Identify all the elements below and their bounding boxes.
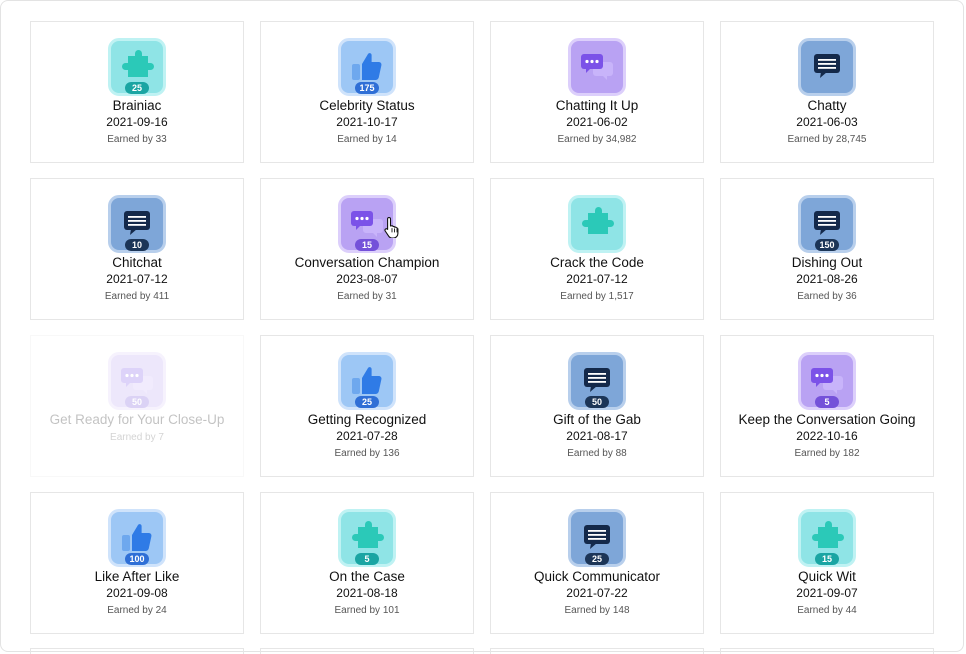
badge-name: Crack the Code bbox=[550, 255, 644, 270]
badge-card-keep-the-conversation-going[interactable]: 5 Keep the Conversation Going 2022-10-16 Ea… bbox=[720, 335, 934, 477]
message-icon bbox=[798, 38, 856, 96]
badge-name: Brainiac bbox=[112, 98, 162, 113]
puzzle-icon: 25 bbox=[108, 38, 166, 96]
badge-date: 2021-06-03 bbox=[796, 115, 858, 129]
badge-date: 2021-08-17 bbox=[566, 429, 628, 443]
badge-date: 2021-09-08 bbox=[106, 586, 168, 600]
badge-name: Gift of the Gab bbox=[553, 412, 641, 427]
partial-card bbox=[720, 648, 934, 654]
badge-card-like-after-like[interactable]: 100 Like After Like 2021-09-08 Earned by 24 bbox=[30, 492, 244, 634]
badge-earned-count: Earned by 31 bbox=[337, 291, 397, 302]
badge-count: 175 bbox=[355, 82, 379, 94]
badge-earned-count: Earned by 36 bbox=[797, 291, 857, 302]
badge-card-chatting-it-up[interactable]: Chatting It Up 2021-06-02 Earned by 34,982 bbox=[490, 21, 704, 163]
badge-count: 10 bbox=[125, 239, 149, 251]
badge-name: Conversation Champion bbox=[294, 255, 440, 270]
badge-name: Quick Wit bbox=[798, 569, 856, 584]
badge-name: Chitchat bbox=[112, 255, 162, 270]
badge-date: 2021-09-07 bbox=[796, 586, 858, 600]
badge-earned-count: Earned by 33 bbox=[107, 134, 167, 145]
message-icon: 150 bbox=[798, 195, 856, 253]
badge-card-brainiac[interactable]: 25 Brainiac 2021-09-16 Earned by 33 bbox=[30, 21, 244, 163]
badge-date: 2021-07-28 bbox=[336, 429, 398, 443]
badge-card-chatty[interactable]: Chatty 2021-06-03 Earned by 28,745 bbox=[720, 21, 934, 163]
badge-name: Like After Like bbox=[94, 569, 180, 584]
badge-count: 5 bbox=[815, 396, 839, 408]
badge-card-crack-the-code[interactable]: Crack the Code 2021-07-12 Earned by 1,517 bbox=[490, 178, 704, 320]
badge-date: 2021-06-02 bbox=[566, 115, 628, 129]
badge-name: Quick Communicator bbox=[533, 569, 661, 584]
badge-name: Keep the Conversation Going bbox=[738, 412, 916, 427]
badge-date: 2021-08-18 bbox=[336, 586, 398, 600]
partial-card bbox=[490, 648, 704, 654]
badge-name: Getting Recognized bbox=[307, 412, 427, 427]
badge-date: 2021-07-12 bbox=[106, 272, 168, 286]
badge-card-get-ready-for-your-close-up[interactable]: 50 Get Ready for Your Close-Up Earned by 7 bbox=[30, 335, 244, 477]
badge-grid: 25 Brainiac 2021-09-16 Earned by 33 175 Celeb… bbox=[30, 21, 934, 634]
partial-card bbox=[30, 648, 244, 654]
badge-name: Celebrity Status bbox=[319, 98, 415, 113]
badge-count: 100 bbox=[125, 553, 149, 565]
partial-card bbox=[260, 648, 474, 654]
badge-name: Get Ready for Your Close-Up bbox=[49, 412, 225, 427]
badge-name: Dishing Out bbox=[791, 255, 863, 270]
badge-earned-count: Earned by 88 bbox=[567, 448, 627, 459]
badge-date: 2021-10-17 bbox=[336, 115, 398, 129]
badge-card-dishing-out[interactable]: 150 Dishing Out 2021-08-26 Earned by 36 bbox=[720, 178, 934, 320]
badge-count: 25 bbox=[585, 553, 609, 565]
badge-date: 2022-10-16 bbox=[796, 429, 858, 443]
chat-bubbles-icon bbox=[568, 38, 626, 96]
badge-earned-count: Earned by 28,745 bbox=[787, 134, 867, 145]
badge-earned-count: Earned by 136 bbox=[334, 448, 400, 459]
badge-card-conversation-champion[interactable]: 15 Conversation Champion 2023-08-07 Earned … bbox=[260, 178, 474, 320]
badge-count: 25 bbox=[355, 396, 379, 408]
badge-card-quick-wit[interactable]: 15 Quick Wit 2021-09-07 Earned by 44 bbox=[720, 492, 934, 634]
badge-earned-count: Earned by 182 bbox=[794, 448, 860, 459]
badge-card-quick-communicator[interactable]: 25 Quick Communicator 2021-07-22 Earned by … bbox=[490, 492, 704, 634]
badge-earned-count: Earned by 101 bbox=[334, 605, 400, 616]
badge-earned-count: Earned by 411 bbox=[104, 291, 170, 302]
badge-earned-count: Earned by 24 bbox=[107, 605, 167, 616]
badge-name: Chatting It Up bbox=[555, 98, 639, 113]
badge-count: 50 bbox=[585, 396, 609, 408]
badge-count: 150 bbox=[815, 239, 839, 251]
badge-date: 2021-08-26 bbox=[796, 272, 858, 286]
badge-earned-count: Earned by 14 bbox=[337, 134, 397, 145]
badge-earned-count: Earned by 44 bbox=[797, 605, 857, 616]
badge-card-on-the-case[interactable]: 5 On the Case 2021-08-18 Earned by 101 bbox=[260, 492, 474, 634]
badge-card-gift-of-the-gab[interactable]: 50 Gift of the Gab 2021-08-17 Earned by 88 bbox=[490, 335, 704, 477]
chat-bubbles-icon: 50 bbox=[108, 352, 166, 410]
thumbs-up-icon: 25 bbox=[338, 352, 396, 410]
message-icon: 10 bbox=[108, 195, 166, 253]
badge-count: 25 bbox=[125, 82, 149, 94]
badge-date: 2021-07-12 bbox=[566, 272, 628, 286]
thumbs-up-icon: 100 bbox=[108, 509, 166, 567]
hand-pointer-cursor-icon bbox=[384, 216, 399, 238]
puzzle-icon: 15 bbox=[798, 509, 856, 567]
badge-card-getting-recognized[interactable]: 25 Getting Recognized 2021-07-28 Earned by … bbox=[260, 335, 474, 477]
badge-card-celebrity-status[interactable]: 175 Celebrity Status 2021-10-17 Earned by 1… bbox=[260, 21, 474, 163]
message-icon: 25 bbox=[568, 509, 626, 567]
badge-card-chitchat[interactable]: 10 Chitchat 2021-07-12 Earned by 411 bbox=[30, 178, 244, 320]
badge-earned-count: Earned by 7 bbox=[110, 432, 164, 443]
badge-name: Chatty bbox=[807, 98, 847, 113]
badge-count: 50 bbox=[125, 396, 149, 408]
message-icon: 50 bbox=[568, 352, 626, 410]
thumbs-up-icon: 175 bbox=[338, 38, 396, 96]
badge-count: 15 bbox=[355, 239, 379, 251]
badge-earned-count: Earned by 1,517 bbox=[560, 291, 634, 302]
badge-earned-count: Earned by 148 bbox=[564, 605, 630, 616]
chat-bubbles-icon: 5 bbox=[798, 352, 856, 410]
badge-date: 2021-07-22 bbox=[566, 586, 628, 600]
badge-count: 15 bbox=[815, 553, 839, 565]
badge-count: 5 bbox=[355, 553, 379, 565]
puzzle-icon bbox=[568, 195, 626, 253]
badge-earned-count: Earned by 34,982 bbox=[557, 134, 637, 145]
badge-date: 2023-08-07 bbox=[336, 272, 398, 286]
badge-name: On the Case bbox=[329, 569, 405, 584]
puzzle-icon: 5 bbox=[338, 509, 396, 567]
badge-date: 2021-09-16 bbox=[106, 115, 168, 129]
next-row-peek bbox=[30, 648, 934, 654]
